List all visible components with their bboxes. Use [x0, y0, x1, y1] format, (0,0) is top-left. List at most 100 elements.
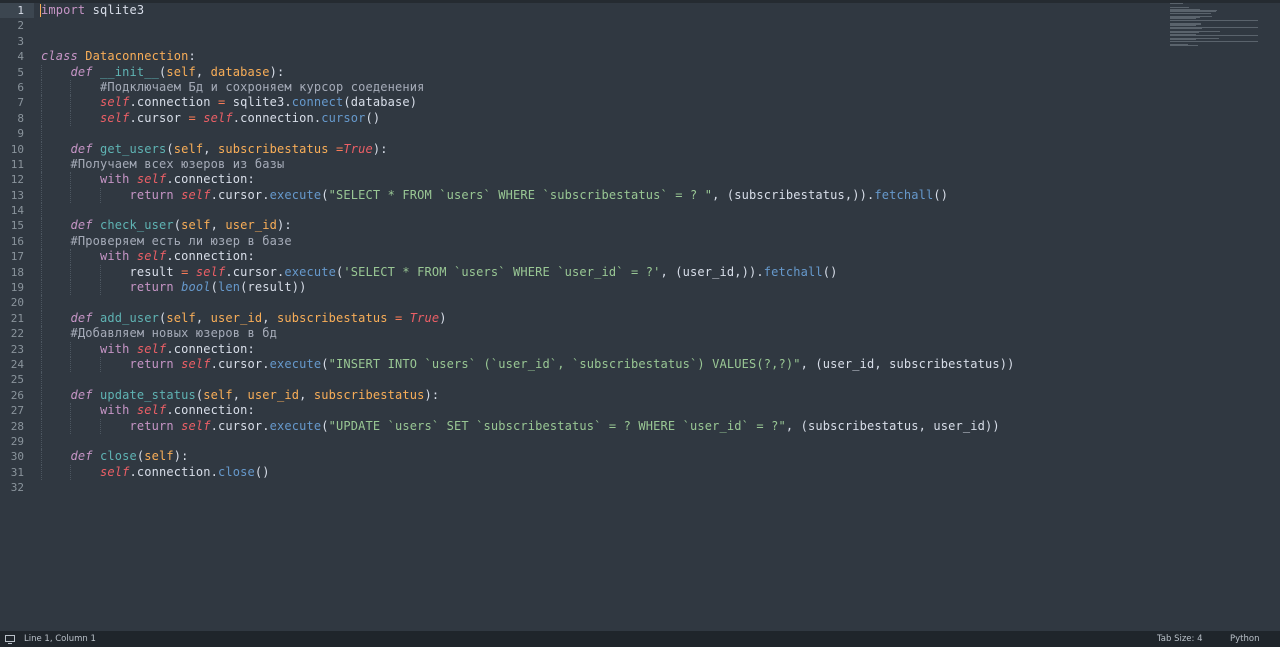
code-token: "UPDATE `users` SET `subscribestatus` = …	[328, 418, 786, 433]
code-text[interactable]: #Подключаем Бд и сохроняем курсор соеден…	[41, 80, 424, 95]
code-line[interactable]: 22 #Добавляем новых юзеров в бд	[0, 326, 1280, 342]
line-number[interactable]: 25	[0, 372, 24, 387]
line-number[interactable]: 23	[0, 342, 24, 357]
code-text[interactable]: def get_users(self, subscribestatus =Tru…	[41, 142, 388, 157]
code-text[interactable]: class Dataconnection:	[41, 49, 196, 64]
code-line[interactable]: 30 def close(self):	[0, 449, 1280, 465]
code-text[interactable]: def add_user(self, user_id, subscribesta…	[41, 311, 447, 326]
code-text[interactable]: return self.cursor.execute("SELECT * FRO…	[41, 188, 948, 203]
code-text[interactable]: return self.cursor.execute("UPDATE `user…	[41, 419, 1000, 434]
code-line[interactable]: 23 with self.connection:	[0, 341, 1280, 357]
line-number[interactable]: 22	[0, 326, 24, 341]
line-number[interactable]: 2	[0, 18, 24, 33]
code-text[interactable]: return self.cursor.execute("INSERT INTO …	[41, 357, 1015, 372]
line-number[interactable]: 26	[0, 388, 24, 403]
line-number[interactable]: 21	[0, 311, 24, 326]
tab-size-selector[interactable]: Tab Size: 4	[1157, 631, 1203, 647]
line-number[interactable]: 27	[0, 403, 24, 418]
code-line[interactable]: 9	[0, 126, 1280, 142]
code-text[interactable]: self.connection.close()	[41, 465, 270, 480]
code-line[interactable]: 12 with self.connection:	[0, 172, 1280, 188]
line-number[interactable]: 17	[0, 249, 24, 264]
code-line[interactable]: 11 #Получаем всех юзеров из базы	[0, 156, 1280, 173]
line-number[interactable]: 5	[0, 65, 24, 80]
code-text[interactable]: def check_user(self, user_id):	[41, 218, 292, 233]
line-number[interactable]: 1	[0, 3, 24, 18]
line-number[interactable]: 29	[0, 434, 24, 449]
code-line[interactable]: 1 import sqlite3	[0, 3, 1280, 19]
code-text[interactable]: self.cursor = self.connection.cursor()	[41, 111, 380, 126]
code-line[interactable]: 29	[0, 433, 1280, 450]
code-line[interactable]: 32	[0, 480, 1280, 495]
code-text[interactable]: return bool(len(result))	[41, 280, 307, 295]
code-text[interactable]: #Добавляем новых юзеров в бд	[41, 326, 277, 341]
console-icon[interactable]	[5, 635, 15, 644]
code-text[interactable]: self.connection = sqlite3.connect(databa…	[41, 95, 417, 110]
line-number[interactable]: 3	[0, 34, 24, 49]
code-line[interactable]: 4 class Dataconnection:	[0, 49, 1280, 64]
syntax-selector[interactable]: Python	[1230, 631, 1259, 647]
code-line[interactable]: 28 return self.cursor.execute("UPDATE `u…	[0, 418, 1280, 434]
code-line[interactable]: 3	[0, 34, 1280, 49]
code-line[interactable]: 31 self.connection.close()	[0, 464, 1280, 481]
code-line[interactable]: 24 return self.cursor.execute("INSERT IN…	[0, 356, 1280, 373]
code-line[interactable]: 8 self.cursor = self.connection.cursor()	[0, 110, 1280, 127]
code-text[interactable]: def update_status(self, user_id, subscri…	[41, 388, 440, 403]
line-number[interactable]: 15	[0, 218, 24, 233]
code-line[interactable]: 19 return bool(len(result))	[0, 280, 1280, 296]
line-number[interactable]: 18	[0, 265, 24, 280]
code-text[interactable]: with self.connection:	[41, 249, 255, 264]
code-line[interactable]: 14	[0, 203, 1280, 219]
code-text[interactable]: def __init__(self, database):	[41, 64, 285, 80]
code-text[interactable]: #Проверяем есть ли юзер в базе	[41, 234, 292, 249]
code-lines[interactable]: 1 import sqlite3 2 3 4 class Dataconnection: 5…	[0, 3, 1280, 496]
code-text[interactable]: def close(self):	[41, 449, 189, 464]
code-text[interactable]: with self.connection:	[41, 403, 255, 418]
code-text[interactable]: with self.connection:	[41, 172, 255, 187]
line-number[interactable]: 10	[0, 142, 24, 157]
line-number[interactable]: 7	[0, 95, 24, 110]
line-number[interactable]: 32	[0, 480, 24, 495]
line-number[interactable]: 24	[0, 357, 24, 372]
line-number[interactable]: 20	[0, 295, 24, 310]
line-number[interactable]: 28	[0, 419, 24, 434]
line-number[interactable]: 6	[0, 80, 24, 95]
code-line[interactable]: 20	[0, 295, 1280, 311]
indent-guide	[41, 433, 43, 450]
code-token: bool	[181, 280, 211, 295]
code-line[interactable]: 21 def add_user(self, user_id, subscribe…	[0, 310, 1280, 327]
code-editor[interactable]: 1 import sqlite3 2 3 4 class Dataconnection: 5…	[0, 3, 1280, 631]
code-line[interactable]: 13 return self.cursor.execute("SELECT * …	[0, 187, 1280, 204]
line-number[interactable]: 31	[0, 465, 24, 480]
line-number[interactable]: 12	[0, 172, 24, 187]
code-line[interactable]: 27 with self.connection:	[0, 403, 1280, 419]
code-line[interactable]: 6 #Подключаем Бд и сохроняем курсор соед…	[0, 79, 1280, 96]
code-line[interactable]: 25	[0, 372, 1280, 388]
code-line[interactable]: 2	[0, 18, 1280, 33]
vertical-scrollbar[interactable]	[1268, 3, 1278, 631]
code-line[interactable]: 18 result = self.cursor.execute('SELECT …	[0, 264, 1280, 281]
line-number[interactable]: 8	[0, 111, 24, 126]
code-line[interactable]: 16 #Проверяем есть ли юзер в базе	[0, 233, 1280, 250]
code-text[interactable]: import sqlite3	[41, 3, 144, 18]
code-line[interactable]: 5 def __init__(self, database):	[0, 64, 1280, 80]
code-line[interactable]: 17 with self.connection:	[0, 249, 1280, 265]
code-line[interactable]: 10 def get_users(self, subscribestatus =…	[0, 141, 1280, 157]
code-line[interactable]: 26 def update_status(self, user_id, subs…	[0, 387, 1280, 404]
line-number[interactable]: 19	[0, 280, 24, 295]
line-number[interactable]: 14	[0, 203, 24, 218]
line-number[interactable]: 4	[0, 49, 24, 64]
code-text[interactable]: with self.connection:	[41, 342, 255, 357]
code-line[interactable]: 15 def check_user(self, user_id):	[0, 218, 1280, 234]
code-token: self	[166, 64, 196, 79]
code-text[interactable]: #Получаем всех юзеров из базы	[41, 157, 285, 172]
cursor-position[interactable]: Line 1, Column 1	[24, 631, 96, 647]
code-line[interactable]: 7 self.connection = sqlite3.connect(data…	[0, 95, 1280, 111]
code-text[interactable]: result = self.cursor.execute('SELECT * F…	[41, 265, 838, 280]
minimap[interactable]	[1170, 3, 1260, 48]
line-number[interactable]: 30	[0, 449, 24, 464]
line-number[interactable]: 13	[0, 188, 24, 203]
line-number[interactable]: 16	[0, 234, 24, 249]
line-number[interactable]: 11	[0, 157, 24, 172]
line-number[interactable]: 9	[0, 126, 24, 141]
